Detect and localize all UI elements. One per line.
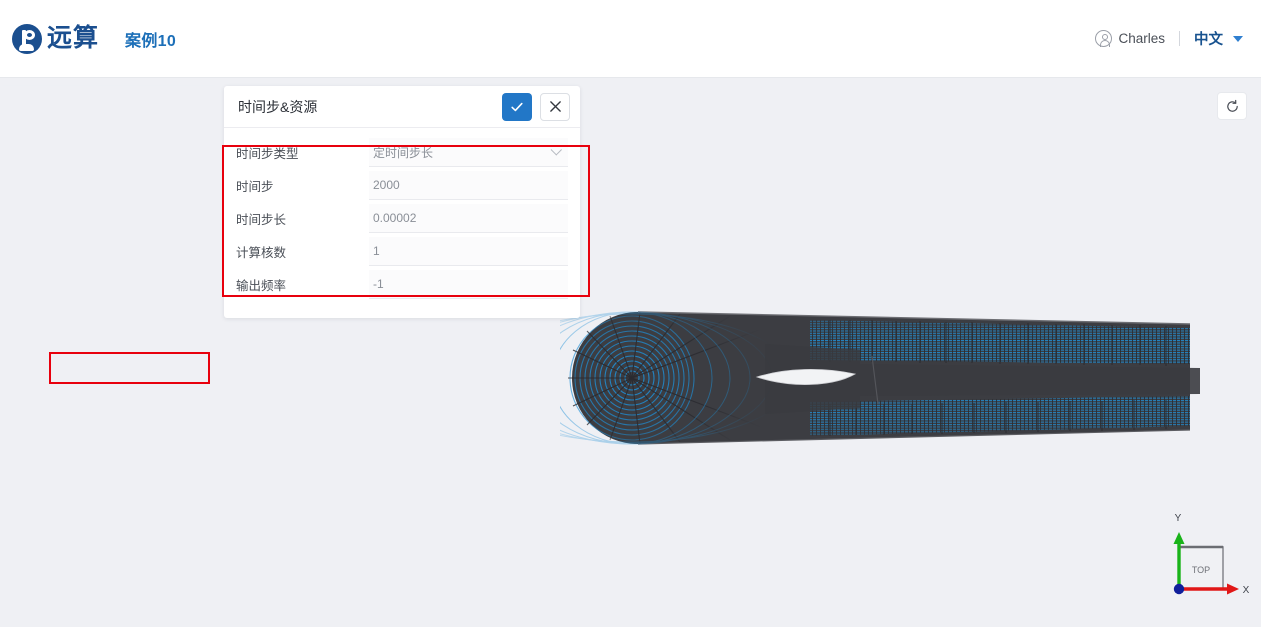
viewport-3d[interactable]: TOP Y X: [0, 86, 1261, 627]
panel-body: 时间步类型 定时间步长时间步 2000 时间步长 0.00002 计算核数 1 输出频率 -1: [224, 128, 580, 318]
form-value: 定时间步长: [373, 145, 434, 160]
check-icon: [511, 102, 523, 111]
form-label: 时间步长: [236, 213, 287, 227]
panel-title: 时间步&资源: [238, 98, 318, 115]
form-label: 时间步: [236, 180, 274, 194]
form-label: 时间步类型: [236, 147, 299, 161]
form-input[interactable]: 0.00002: [369, 204, 568, 233]
form-label: 输出频率: [236, 279, 287, 293]
form-row: 时间步长 0.00002: [236, 203, 568, 234]
gizmo-axis-x-label: X: [1243, 585, 1250, 596]
panel-header: 时间步&资源: [224, 86, 580, 128]
form-row: 时间步类型 定时间步长: [236, 137, 568, 168]
mesh-svg: [469, 311, 1200, 445]
form-input[interactable]: 2000: [369, 171, 568, 200]
yuansuan-logo-icon: [12, 23, 42, 54]
user-menu[interactable]: Charles: [1095, 30, 1165, 48]
user-name: Charles: [1118, 31, 1165, 46]
close-icon: [549, 101, 561, 112]
logo-text: 远算: [47, 24, 100, 52]
form-value: 2000: [373, 178, 400, 192]
chevron-down-icon[interactable]: [550, 144, 562, 156]
form-row: 时间步 2000: [236, 170, 568, 201]
header-divider: [1179, 31, 1180, 46]
gizmo-face-label: TOP: [1192, 565, 1210, 575]
timestep-type-select[interactable]: 定时间步长: [369, 138, 568, 167]
case-title: 案例10: [125, 32, 177, 50]
form-value: -1: [373, 277, 384, 291]
language-selector[interactable]: 中文: [1194, 28, 1223, 49]
form-input[interactable]: 1: [369, 237, 568, 266]
reset-view-icon: [1226, 99, 1238, 112]
orientation-gizmo[interactable]: TOP Y X: [1151, 507, 1251, 617]
form-label: 计算核数: [236, 246, 287, 260]
form-value: 0.00002: [373, 211, 417, 225]
confirm-button[interactable]: [502, 92, 532, 121]
header-right: Charles 中文: [1095, 28, 1243, 49]
caret-down-icon[interactable]: [1233, 35, 1243, 42]
panel-actions: [502, 92, 570, 121]
reset-view-button[interactable]: [1217, 92, 1247, 120]
orientation-gizmo-icon: TOP Y X: [1173, 513, 1250, 596]
form-row: 计算核数 1: [236, 236, 568, 267]
form-row: 输出频率 -1: [236, 269, 568, 300]
cancel-button[interactable]: [540, 92, 570, 121]
timestep-resource-panel: 时间步&资源 时间步类型 定时间步长时间步 2000 时间步长 0.00002 计算核数 1…: [224, 86, 580, 318]
cfd-mesh-model[interactable]: [469, 304, 1200, 454]
brand[interactable]: 远算: [12, 23, 100, 54]
form-value: 1: [373, 244, 380, 258]
app-header: 远算 案例10 Charles 中文: [0, 0, 1261, 78]
user-avatar-icon: [1095, 30, 1113, 48]
gizmo-axis-y-label: Y: [1175, 513, 1182, 524]
form-input[interactable]: -1: [369, 270, 568, 299]
